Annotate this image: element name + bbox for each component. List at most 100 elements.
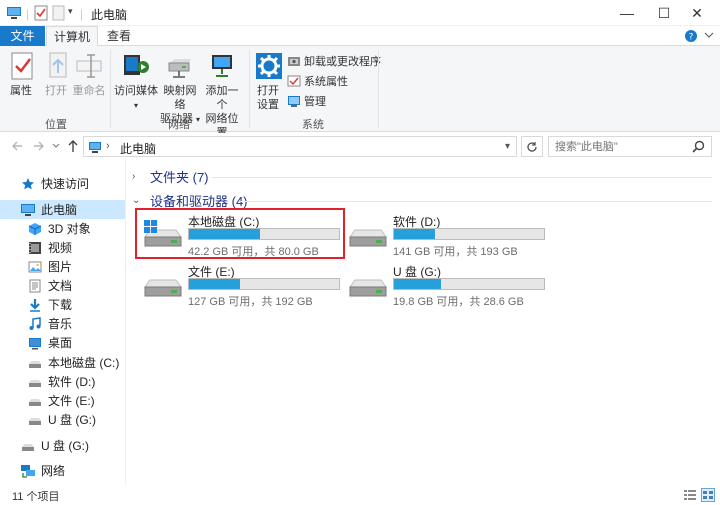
search-input[interactable] — [549, 137, 679, 156]
content-pane: › 文件夹 (7) ⌄ 设备和驱动器 (4) 本地磁盘 (C:) 42.2 GB … — [127, 159, 720, 485]
sidebar-item-下载[interactable]: 下载 — [0, 295, 125, 314]
drive-icon — [27, 355, 43, 371]
tab-file[interactable]: 文件 — [0, 26, 45, 46]
sidebar-item-快速访问[interactable]: 快速访问 — [0, 174, 125, 193]
tiles-view-icon[interactable] — [701, 488, 715, 502]
video-icon — [27, 240, 43, 256]
sidebar-item-label: 文件 (E:) — [48, 394, 95, 408]
search-icon[interactable] — [692, 140, 705, 153]
network-icon — [20, 463, 36, 479]
dropdown-arrow-icon: ▾ — [133, 101, 138, 110]
sidebar-item-此电脑[interactable]: 此电脑 — [0, 200, 125, 219]
tab-view[interactable]: 查看 — [100, 26, 138, 47]
title-divider: | — [80, 7, 84, 21]
drive-icon — [348, 269, 388, 299]
drive-size: 127 GB 可用，共 192 GB — [188, 296, 313, 308]
sidebar-item-label: U 盘 (G:) — [48, 413, 96, 427]
group-divider — [212, 177, 712, 178]
drive-size: 141 GB 可用，共 193 GB — [393, 246, 518, 258]
back-arrow-icon[interactable] — [10, 139, 24, 153]
address-bar[interactable]: › 此电脑 ▾ — [83, 136, 517, 157]
customize-quick-access-icon[interactable]: ▾ — [68, 6, 73, 17]
drive-icon — [27, 393, 43, 409]
details-view-icon[interactable] — [683, 488, 697, 502]
sidebar-item-u-盘-g[interactable]: U 盘 (G:) — [0, 410, 125, 429]
navigation-pane: 快速访问此电脑 3D 对象视频图片文档下载 音乐 桌面本地磁盘 (C:) 软件 (D:)… — [0, 159, 126, 485]
sidebar-item-音乐[interactable]: 音乐 — [0, 314, 125, 333]
devices-group-header[interactable]: ⌄ 设备和驱动器 (4) — [132, 191, 248, 209]
access-media-button[interactable]: 访问媒体 ▾ — [114, 50, 158, 113]
sidebar-item-label: 文档 — [48, 279, 73, 293]
open-settings-button[interactable]: 打开 设置 — [253, 50, 283, 112]
breadcrumb-this-pc[interactable]: 此电脑 — [120, 140, 156, 157]
properties-label: 属性 — [10, 85, 32, 97]
system-properties-icon — [287, 75, 301, 87]
folders-group-header[interactable]: › 文件夹 (7) — [132, 167, 209, 185]
settings-gear-icon — [253, 50, 285, 82]
drive-usage-bar — [188, 278, 340, 290]
drive-icon — [143, 269, 183, 299]
sidebar-item-label: 视频 — [48, 241, 73, 255]
search-box[interactable] — [548, 136, 712, 157]
chevron-right-icon: › — [132, 170, 136, 182]
drive-tile[interactable]: U 盘 (G:) 19.8 GB 可用，共 28.6 GB — [348, 263, 548, 308]
group-divider — [378, 50, 379, 128]
refresh-button[interactable] — [521, 136, 543, 157]
computer-icon[interactable] — [6, 5, 22, 21]
drive-tile[interactable]: 文件 (E:) 127 GB 可用，共 192 GB — [143, 263, 343, 308]
properties-quick-icon[interactable] — [34, 5, 48, 21]
sidebar-item-桌面[interactable]: 桌面 — [0, 333, 125, 352]
drive-usage-bar — [393, 228, 545, 240]
open-settings-label-1: 打开 — [257, 85, 279, 97]
sidebar-item-网络[interactable]: 网络 — [0, 461, 125, 480]
tab-computer[interactable]: 计算机 — [46, 26, 98, 47]
computer-icon — [88, 140, 102, 154]
uninstall-label: 卸载或更改程序 — [304, 56, 381, 68]
open-button[interactable]: 打开 — [42, 50, 70, 98]
uninstall-program-button[interactable]: 卸载或更改程序 — [287, 52, 381, 70]
recent-locations-icon[interactable] — [52, 142, 60, 150]
sidebar-item-label: 此电脑 — [41, 203, 78, 217]
breadcrumb-separator-icon[interactable]: › — [106, 140, 110, 152]
properties-button[interactable]: 属性 — [6, 50, 36, 98]
manage-button[interactable]: 管理 — [287, 92, 326, 110]
title-divider: | — [26, 7, 30, 21]
navigation-bar: › 此电脑 ▾ — [0, 133, 720, 159]
ribbon-expand-icon[interactable] — [703, 29, 715, 41]
rename-button[interactable]: 重命名 — [72, 50, 106, 98]
help-icon[interactable]: ? — [684, 29, 698, 43]
sidebar-item-label: 网络 — [41, 464, 66, 478]
download-icon — [27, 297, 43, 313]
title-bar: | ▾ | 此电脑 — ☐ ✕ — [0, 0, 720, 26]
up-arrow-icon[interactable] — [67, 139, 79, 153]
forward-arrow-icon[interactable] — [32, 139, 46, 153]
svg-text:?: ? — [689, 33, 694, 43]
refresh-icon — [527, 141, 537, 152]
address-dropdown-icon[interactable]: ▾ — [505, 141, 510, 152]
devices-group-label: 设备和驱动器 (4) — [150, 193, 248, 209]
sidebar-item-文档[interactable]: 文档 — [0, 276, 125, 295]
drive-icon — [27, 374, 43, 390]
chevron-down-icon: ⌄ — [132, 194, 141, 206]
sidebar-item-本地磁盘-c[interactable]: 本地磁盘 (C:) — [0, 353, 125, 372]
sidebar-item-软件-d[interactable]: 软件 (D:) — [0, 372, 125, 391]
system-properties-button[interactable]: 系统属性 — [287, 72, 348, 90]
drive-size: 19.8 GB 可用，共 28.6 GB — [393, 296, 524, 308]
sidebar-item-label: 本地磁盘 (C:) — [48, 356, 120, 370]
drive-tile[interactable]: 软件 (D:) 141 GB 可用，共 193 GB — [348, 213, 548, 258]
sidebar-item-3d-对象[interactable]: 3D 对象 — [0, 219, 125, 238]
sidebar-item-文件-e[interactable]: 文件 (E:) — [0, 391, 125, 410]
sidebar-item-视频[interactable]: 视频 — [0, 238, 125, 257]
desktop-icon — [27, 335, 43, 351]
highlight-box — [135, 208, 345, 259]
close-button[interactable]: ✕ — [674, 0, 720, 26]
sidebar-item-图片[interactable]: 图片 — [0, 257, 125, 276]
cube-icon — [27, 221, 43, 237]
ribbon: 属性 打开 重命名 位置 访问媒体 ▾ 映射网络 驱动器 ▾ 添加一个 网络位置 — [0, 46, 720, 139]
rename-label: 重命名 — [72, 85, 106, 97]
system-group-label: 系统 — [302, 119, 324, 131]
new-folder-quick-icon[interactable] — [52, 5, 66, 21]
rename-icon — [73, 50, 105, 82]
music-icon — [27, 316, 43, 332]
sidebar-item-u-盘-g[interactable]: U 盘 (G:) — [0, 436, 125, 455]
